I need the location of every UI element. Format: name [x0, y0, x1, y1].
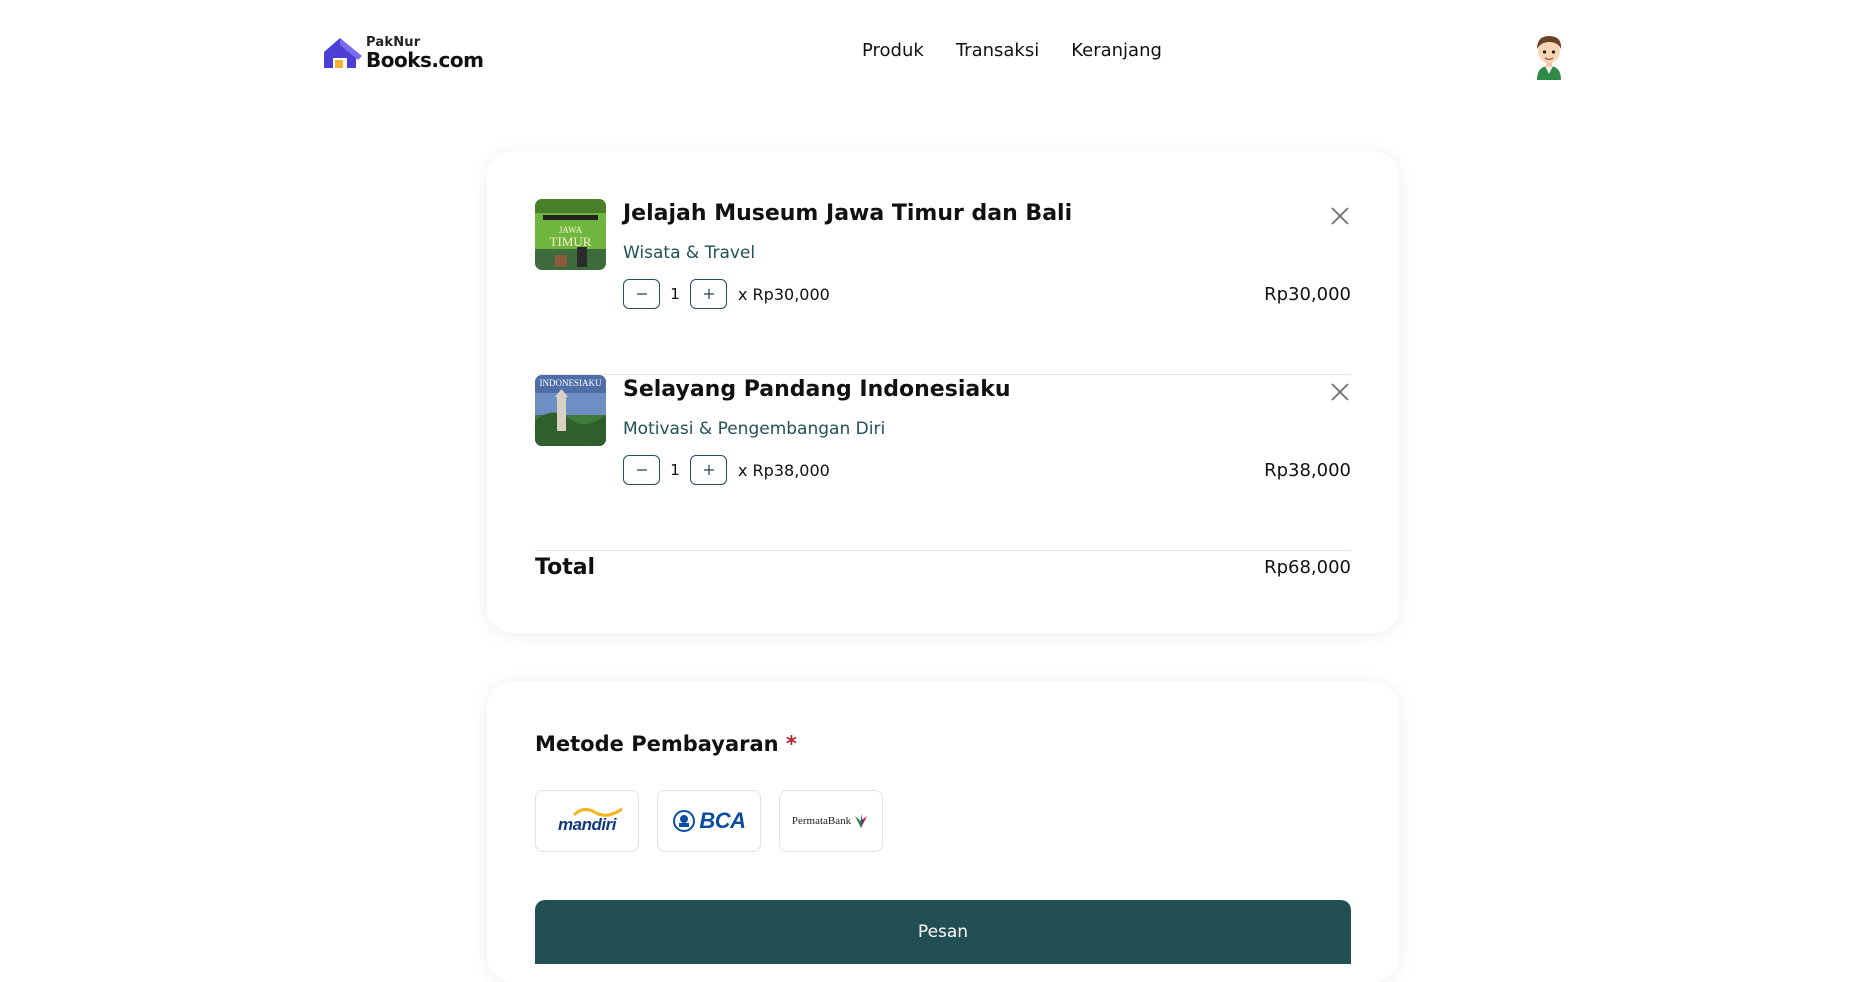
- permata-logo: PermataBank: [791, 815, 852, 827]
- mandiri-logo: mandiri: [558, 815, 616, 834]
- svg-text:INDONESIAKU: INDONESIAKU: [540, 378, 602, 388]
- cart-card: JAWA TIMUR Jelajah Museum Jawa Timur dan…: [487, 151, 1399, 633]
- book-category: Motivasi & Pengembangan Diri: [623, 419, 886, 439]
- remove-item-close-icon[interactable]: [1329, 381, 1351, 403]
- increase-qty-button[interactable]: [690, 279, 727, 309]
- quantity-stepper: 1 x Rp30,000: [623, 279, 830, 309]
- user-avatar[interactable]: [1530, 32, 1568, 80]
- brand-line-2: Books.com: [366, 48, 484, 72]
- quantity-value: 1: [670, 285, 680, 303]
- bank-options: mandiri BCA PermataBank: [535, 790, 883, 852]
- plus-icon: [703, 289, 714, 299]
- plus-icon: [703, 465, 714, 475]
- unit-price: x Rp38,000: [738, 460, 830, 480]
- line-total: Rp30,000: [1264, 284, 1351, 305]
- divider: [535, 550, 1351, 551]
- required-marker: *: [785, 732, 797, 756]
- payment-method-label: Metode Pembayaran: [535, 732, 779, 756]
- bank-option-mandiri[interactable]: mandiri: [535, 790, 639, 852]
- decrease-qty-button[interactable]: [623, 279, 660, 309]
- book-category: Wisata & Travel: [623, 243, 756, 263]
- order-button[interactable]: Pesan: [535, 900, 1351, 964]
- permata-leaf-icon: [855, 814, 868, 828]
- remove-item-close-icon[interactable]: [1329, 205, 1351, 227]
- book-title[interactable]: Selayang Pandang Indonesiaku: [623, 377, 1011, 402]
- brand-logo[interactable]: PakNur Books.com: [322, 34, 484, 72]
- unit-price: x Rp30,000: [738, 284, 830, 304]
- bank-option-permata[interactable]: PermataBank: [779, 790, 883, 852]
- navbar: PakNur Books.com Produk Transaksi Keranj…: [0, 0, 1875, 104]
- quantity-value: 1: [670, 461, 680, 479]
- svg-text:TIMUR: TIMUR: [550, 234, 592, 249]
- minus-icon: [636, 293, 647, 295]
- increase-qty-button[interactable]: [690, 455, 727, 485]
- cart-item: INDONESIAKU Selayang Pandang Indonesiaku…: [535, 375, 1351, 551]
- nav-produk[interactable]: Produk: [862, 40, 924, 61]
- cart-item: JAWA TIMUR Jelajah Museum Jawa Timur dan…: [535, 199, 1351, 375]
- bca-emblem-icon: [673, 810, 696, 832]
- book-cover-image: INDONESIAKU: [535, 375, 606, 446]
- bank-option-bca[interactable]: BCA: [657, 790, 761, 852]
- main-nav: Produk Transaksi Keranjang: [862, 40, 1162, 61]
- quantity-stepper: 1 x Rp38,000: [623, 455, 830, 485]
- payment-method-heading: Metode Pembayaran *: [535, 732, 797, 756]
- nav-keranjang[interactable]: Keranjang: [1071, 40, 1162, 61]
- line-total: Rp38,000: [1264, 460, 1351, 481]
- payment-card: Metode Pembayaran * mandiri BCA PermataB…: [487, 682, 1399, 982]
- book-cover-image: JAWA TIMUR: [535, 199, 606, 270]
- minus-icon: [636, 469, 647, 471]
- bca-logo: BCA: [699, 808, 746, 833]
- total-value: Rp68,000: [1264, 557, 1351, 578]
- total-label: Total: [535, 555, 596, 580]
- nav-transaksi[interactable]: Transaksi: [956, 40, 1039, 61]
- house-logo-icon: [324, 38, 362, 68]
- decrease-qty-button[interactable]: [623, 455, 660, 485]
- book-title[interactable]: Jelajah Museum Jawa Timur dan Bali: [623, 201, 1072, 226]
